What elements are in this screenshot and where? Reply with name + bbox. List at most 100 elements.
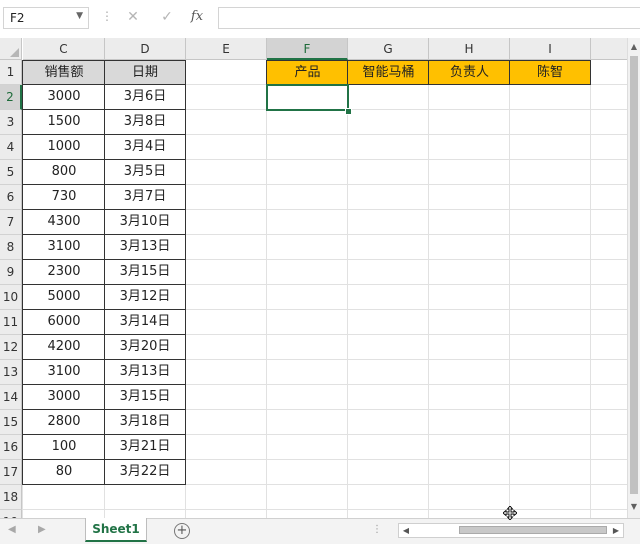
- name-box-value: F2: [10, 11, 25, 25]
- scroll-right-icon[interactable]: ▶: [610, 524, 622, 537]
- tab-split-handle-icon[interactable]: ⋮: [372, 524, 383, 535]
- row-header-16[interactable]: 16: [0, 435, 22, 460]
- table-cell[interactable]: 3月18日: [104, 410, 186, 435]
- next-sheet-icon[interactable]: ▶: [38, 524, 46, 535]
- row-header-4[interactable]: 4: [0, 135, 22, 160]
- table-header-cell: 销售额: [22, 60, 105, 85]
- row-header-6[interactable]: 6: [0, 185, 22, 210]
- drag-handle-icon[interactable]: ⋮: [101, 9, 113, 23]
- table-cell[interactable]: 4300: [22, 210, 105, 235]
- table-cell[interactable]: 6000: [22, 310, 105, 335]
- lookup-header-cell[interactable]: 陈智: [509, 60, 591, 85]
- row-header-2[interactable]: 2: [0, 85, 22, 110]
- table-cell[interactable]: 4200: [22, 335, 105, 360]
- move-cursor-icon: [503, 506, 517, 520]
- spreadsheet-grid[interactable]: CDEFGHI 12345678910111213141516171819 销售…: [0, 38, 627, 518]
- table-cell[interactable]: 3月21日: [104, 435, 186, 460]
- table-cell[interactable]: 100: [22, 435, 105, 460]
- insert-function-icon[interactable]: fx: [186, 7, 208, 27]
- column-header-h[interactable]: H: [429, 38, 510, 60]
- select-all-corner[interactable]: [0, 38, 22, 60]
- gridline-vertical: [428, 60, 429, 518]
- scroll-left-icon[interactable]: ◀: [400, 524, 412, 537]
- row-header-14[interactable]: 14: [0, 385, 22, 410]
- table-cell[interactable]: 1000: [22, 135, 105, 160]
- resize-corner: [627, 523, 640, 538]
- gridline-vertical: [509, 60, 510, 518]
- lookup-header-cell[interactable]: 负责人: [428, 60, 510, 85]
- table-cell[interactable]: 3月15日: [104, 260, 186, 285]
- select-all-triangle-icon: [10, 48, 19, 57]
- active-cell-selection[interactable]: [266, 84, 349, 111]
- table-cell[interactable]: 3月13日: [104, 360, 186, 385]
- row-header-13[interactable]: 13: [0, 360, 22, 385]
- table-cell[interactable]: 3月8日: [104, 110, 186, 135]
- table-cell[interactable]: 5000: [22, 285, 105, 310]
- table-cell[interactable]: 80: [22, 460, 105, 485]
- table-cell[interactable]: 2300: [22, 260, 105, 285]
- scroll-down-icon[interactable]: ▼: [628, 500, 640, 514]
- column-header-e[interactable]: E: [186, 38, 267, 60]
- horizontal-scrollbar[interactable]: ◀ ▶: [398, 523, 624, 538]
- enter-icon[interactable]: ✓: [156, 7, 178, 27]
- row-header-11[interactable]: 11: [0, 310, 22, 335]
- table-cell[interactable]: 3月20日: [104, 335, 186, 360]
- sheet-tab-sheet1[interactable]: Sheet1: [85, 518, 147, 542]
- column-header-d[interactable]: D: [105, 38, 186, 60]
- row-header-19[interactable]: 19: [0, 510, 22, 518]
- prev-sheet-icon[interactable]: ◀: [8, 524, 16, 535]
- table-cell[interactable]: 3月6日: [104, 85, 186, 110]
- vertical-scrollbar[interactable]: ▲ ▼: [627, 38, 640, 518]
- row-header-8[interactable]: 8: [0, 235, 22, 260]
- row-header-9[interactable]: 9: [0, 260, 22, 285]
- add-sheet-icon[interactable]: +: [174, 523, 190, 539]
- column-header-i[interactable]: I: [510, 38, 591, 60]
- table-cell[interactable]: 3100: [22, 360, 105, 385]
- row-header-10[interactable]: 10: [0, 285, 22, 310]
- table-cell[interactable]: 3000: [22, 385, 105, 410]
- table-cell[interactable]: 800: [22, 160, 105, 185]
- lookup-header-cell[interactable]: 智能马桶: [347, 60, 429, 85]
- table-cell[interactable]: 3月22日: [104, 460, 186, 485]
- gridline-vertical: [590, 60, 591, 518]
- horizontal-scroll-thumb[interactable]: [459, 526, 607, 534]
- table-cell[interactable]: 3月7日: [104, 185, 186, 210]
- formula-input[interactable]: [218, 7, 640, 29]
- row-header-7[interactable]: 7: [0, 210, 22, 235]
- column-header-next: [591, 38, 627, 60]
- gridline-horizontal: [22, 509, 627, 510]
- formula-bar: F2 ▼ ⋮ ✕ ✓ fx: [0, 0, 640, 34]
- table-cell[interactable]: 3月12日: [104, 285, 186, 310]
- chevron-down-icon[interactable]: ▼: [76, 11, 83, 21]
- table-cell[interactable]: 730: [22, 185, 105, 210]
- table-cell[interactable]: 3000: [22, 85, 105, 110]
- table-cell[interactable]: 1500: [22, 110, 105, 135]
- row-header-1[interactable]: 1: [0, 60, 22, 85]
- row-header-17[interactable]: 17: [0, 460, 22, 485]
- table-cell[interactable]: 3月13日: [104, 235, 186, 260]
- fill-handle[interactable]: [345, 108, 352, 115]
- column-header-f[interactable]: F: [267, 38, 348, 60]
- column-header-g[interactable]: G: [348, 38, 429, 60]
- table-cell[interactable]: 3月10日: [104, 210, 186, 235]
- gridline-vertical: [266, 60, 267, 518]
- gridline-vertical: [347, 60, 348, 518]
- row-header-12[interactable]: 12: [0, 335, 22, 360]
- scroll-up-icon[interactable]: ▲: [628, 40, 640, 54]
- lookup-header-cell[interactable]: 产品: [266, 60, 348, 85]
- name-box[interactable]: F2 ▼: [3, 7, 89, 29]
- row-header-15[interactable]: 15: [0, 410, 22, 435]
- table-cell[interactable]: 3月15日: [104, 385, 186, 410]
- table-cell[interactable]: 3月14日: [104, 310, 186, 335]
- sheet-bar: ◀ ▶ Sheet1 + ⋮ ◀ ▶: [0, 518, 640, 544]
- vertical-scroll-thumb[interactable]: [630, 56, 638, 494]
- cancel-icon[interactable]: ✕: [122, 7, 144, 27]
- row-header-18[interactable]: 18: [0, 485, 22, 510]
- row-header-3[interactable]: 3: [0, 110, 22, 135]
- row-header-5[interactable]: 5: [0, 160, 22, 185]
- table-cell[interactable]: 3月4日: [104, 135, 186, 160]
- table-cell[interactable]: 3100: [22, 235, 105, 260]
- column-header-c[interactable]: C: [23, 38, 105, 60]
- table-cell[interactable]: 3月5日: [104, 160, 186, 185]
- table-cell[interactable]: 2800: [22, 410, 105, 435]
